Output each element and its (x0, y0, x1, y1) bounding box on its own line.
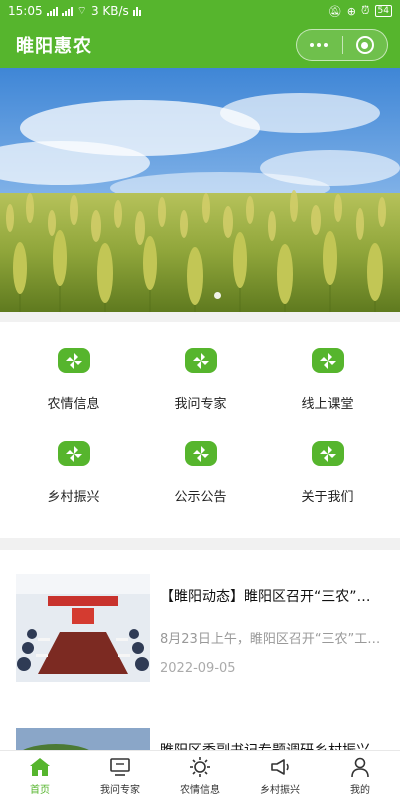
pinwheel-icon (311, 441, 344, 466)
feature-grid: 农情信息 我问专家 线上课堂 乡村振兴 公示公告 关于我们 (0, 322, 400, 538)
close-miniprogram-button[interactable] (343, 30, 388, 60)
signal-icon (46, 6, 58, 16)
divider (0, 538, 400, 550)
news-title: 睢阳区委副书记专题调研乡村振兴 (160, 740, 384, 750)
more-dots-icon (310, 43, 329, 47)
wheat-field-image (0, 68, 400, 312)
lock-icon: ⊕ (346, 4, 356, 18)
nfc-icon (132, 6, 141, 16)
mute-icon: 🔕︎ (327, 4, 342, 18)
status-bar: 15:05 ⌔ 3 KB/s 🔕︎ ⊕ ⏰︎ 54 (0, 0, 400, 22)
menu-item-agri-info[interactable]: 农情信息 (7, 322, 140, 412)
menu-item-ask-expert[interactable]: 我问专家 (134, 322, 267, 412)
user-icon (348, 756, 372, 778)
pinwheel-icon (184, 348, 217, 373)
news-meta: 【睢阳动态】睢阳区召开“三农”工作会议 8月23日上午，睢阳区召开“三农”工作会… (160, 574, 384, 682)
network-speed: 3 KB/s (90, 4, 129, 18)
news-meta: 睢阳区委副书记专题调研乡村振兴 (160, 728, 384, 750)
tab-label: 首页 (30, 784, 50, 796)
tab-label: 我问专家 (100, 784, 140, 796)
menu-item-announcements[interactable]: 公示公告 (134, 415, 267, 505)
news-summary: 8月23日上午，睢阳区召开“三农”工作会议 (160, 632, 384, 647)
wifi-icon: ⌔ (76, 4, 87, 17)
news-title: 【睢阳动态】睢阳区召开“三农”工作会议 (160, 589, 384, 605)
megaphone-icon (268, 756, 292, 778)
battery-icon: 54 (374, 5, 392, 17)
news-thumbnail (16, 574, 150, 682)
carousel-indicator[interactable] (214, 292, 221, 299)
tab-home[interactable]: 首页 (0, 751, 80, 800)
menu-item-label: 我问专家 (174, 397, 227, 412)
status-time: 15:05 (8, 4, 43, 18)
menu-item-label: 农情信息 (47, 397, 100, 412)
page-title: 睢阳惠农 (16, 36, 92, 57)
news-thumbnail (16, 728, 150, 750)
top-bar: 15:05 ⌔ 3 KB/s 🔕︎ ⊕ ⏰︎ 54 睢阳惠农 (0, 0, 400, 68)
tab-mine[interactable]: 我的 (320, 751, 400, 800)
sun-icon (188, 756, 212, 778)
tab-ask-expert[interactable]: 我问专家 (80, 751, 160, 800)
news-date: 2022-09-05 (160, 661, 236, 676)
signal-icon-2 (61, 6, 73, 16)
menu-item-rural-revitalization[interactable]: 乡村振兴 (7, 415, 140, 505)
monitor-icon (108, 756, 132, 778)
mini-program-capsule (296, 29, 388, 61)
menu-item-label: 关于我们 (301, 490, 354, 505)
tab-label: 我的 (350, 784, 370, 796)
tab-agri-info[interactable]: 农情信息 (160, 751, 240, 800)
menu-item-label: 公示公告 (174, 490, 227, 505)
menu-item-online-class[interactable]: 线上课堂 (261, 322, 394, 412)
news-item[interactable]: 【睢阳动态】睢阳区召开“三农”工作会议 8月23日上午，睢阳区召开“三农”工作会… (16, 574, 384, 682)
menu-item-about-us[interactable]: 关于我们 (261, 415, 394, 505)
news-item[interactable]: 睢阳区委副书记专题调研乡村振兴 (16, 728, 384, 750)
bottom-tab-bar: 首页 我问专家 农情信息 乡村振兴 我的 (0, 750, 400, 800)
tab-label: 农情信息 (180, 784, 220, 796)
alarm-icon: ⏰︎ (360, 4, 370, 17)
tab-rural-revitalization[interactable]: 乡村振兴 (240, 751, 320, 800)
menu-item-label: 乡村振兴 (47, 490, 100, 505)
pinwheel-icon (311, 348, 344, 373)
pinwheel-icon (57, 441, 90, 466)
app-header: 睢阳惠农 (0, 22, 400, 68)
divider (0, 312, 400, 322)
pinwheel-icon (57, 348, 90, 373)
news-list: 【睢阳动态】睢阳区召开“三农”工作会议 8月23日上午，睢阳区召开“三农”工作会… (0, 550, 400, 750)
menu-item-label: 线上课堂 (301, 397, 354, 412)
tab-label: 乡村振兴 (260, 784, 300, 796)
target-icon (355, 36, 374, 54)
home-icon (28, 756, 52, 778)
banner-carousel[interactable] (0, 68, 400, 312)
pinwheel-icon (184, 441, 217, 466)
more-button[interactable] (297, 30, 342, 60)
